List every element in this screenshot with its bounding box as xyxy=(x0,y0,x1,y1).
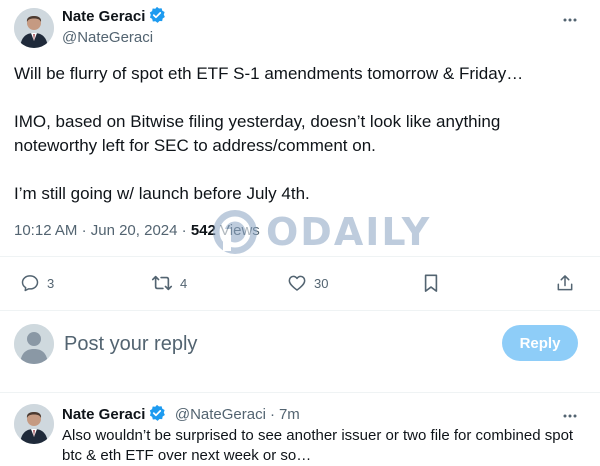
meta-separator: · xyxy=(81,222,87,239)
user-avatar[interactable] xyxy=(14,324,54,364)
reply-author-handle[interactable]: @NateGeraci xyxy=(175,406,266,423)
verified-badge-icon xyxy=(148,404,166,422)
reply-header: Nate Geraci @NateGeraci · 7m xyxy=(62,404,300,424)
divider xyxy=(0,392,600,393)
views-count: 542 xyxy=(190,222,216,239)
tweet-paragraph: Will be flurry of spot eth ETF S-1 amend… xyxy=(14,64,524,83)
reply-composer: Reply xyxy=(0,320,600,368)
tweet-paragraph: I’m still going w/ launch before July 4t… xyxy=(14,184,310,203)
tweet-paragraph: IMO, based on Bitwise filing yesterday, … xyxy=(14,112,501,155)
repost-count: 4 xyxy=(180,275,188,291)
bookmark-icon xyxy=(424,274,438,292)
reply-action[interactable]: 3 xyxy=(20,268,54,298)
divider xyxy=(0,310,600,311)
verified-badge-icon xyxy=(148,6,166,24)
reply-button[interactable]: Reply xyxy=(502,325,578,361)
repost-action[interactable]: 4 xyxy=(151,268,187,298)
share-action[interactable] xyxy=(555,268,575,298)
tweet-text: Will be flurry of spot eth ETF S-1 amend… xyxy=(14,62,584,206)
reply-input[interactable] xyxy=(64,330,484,358)
tweet-actions: 3 4 30 xyxy=(0,268,600,298)
more-options-icon[interactable] xyxy=(555,404,585,428)
watermark-text: ODAILY xyxy=(266,210,432,254)
reply-author-name[interactable]: Nate Geraci xyxy=(62,406,145,423)
divider xyxy=(0,256,600,257)
like-count: 30 xyxy=(314,275,329,291)
repost-icon xyxy=(151,275,173,291)
like-action[interactable]: 30 xyxy=(287,268,328,298)
author-name[interactable]: Nate Geraci xyxy=(62,8,145,25)
bookmark-action[interactable] xyxy=(422,268,440,298)
reply-count: 3 xyxy=(47,275,55,291)
tweet-date[interactable]: Jun 20, 2024 xyxy=(91,222,178,239)
tweet-time[interactable]: 10:12 AM xyxy=(14,222,77,239)
reply-time[interactable]: 7m xyxy=(279,406,300,423)
share-icon xyxy=(557,275,573,291)
heart-icon xyxy=(288,275,306,291)
tweet-meta: 10:12 AM · Jun 20, 2024 · 542 Views xyxy=(14,222,260,239)
tweet-header: Nate Geraci @NateGeraci xyxy=(62,6,166,46)
views-label: Views xyxy=(220,222,260,239)
reply-icon xyxy=(21,275,39,292)
meta-separator: · xyxy=(269,406,275,423)
author-handle[interactable]: @NateGeraci xyxy=(62,29,166,46)
more-options-icon[interactable] xyxy=(555,8,585,32)
reply-author-avatar[interactable] xyxy=(14,404,54,444)
reply-text: Also wouldn’t be surprised to see anothe… xyxy=(62,427,574,464)
author-avatar[interactable] xyxy=(14,8,54,48)
meta-separator: · xyxy=(181,222,187,239)
